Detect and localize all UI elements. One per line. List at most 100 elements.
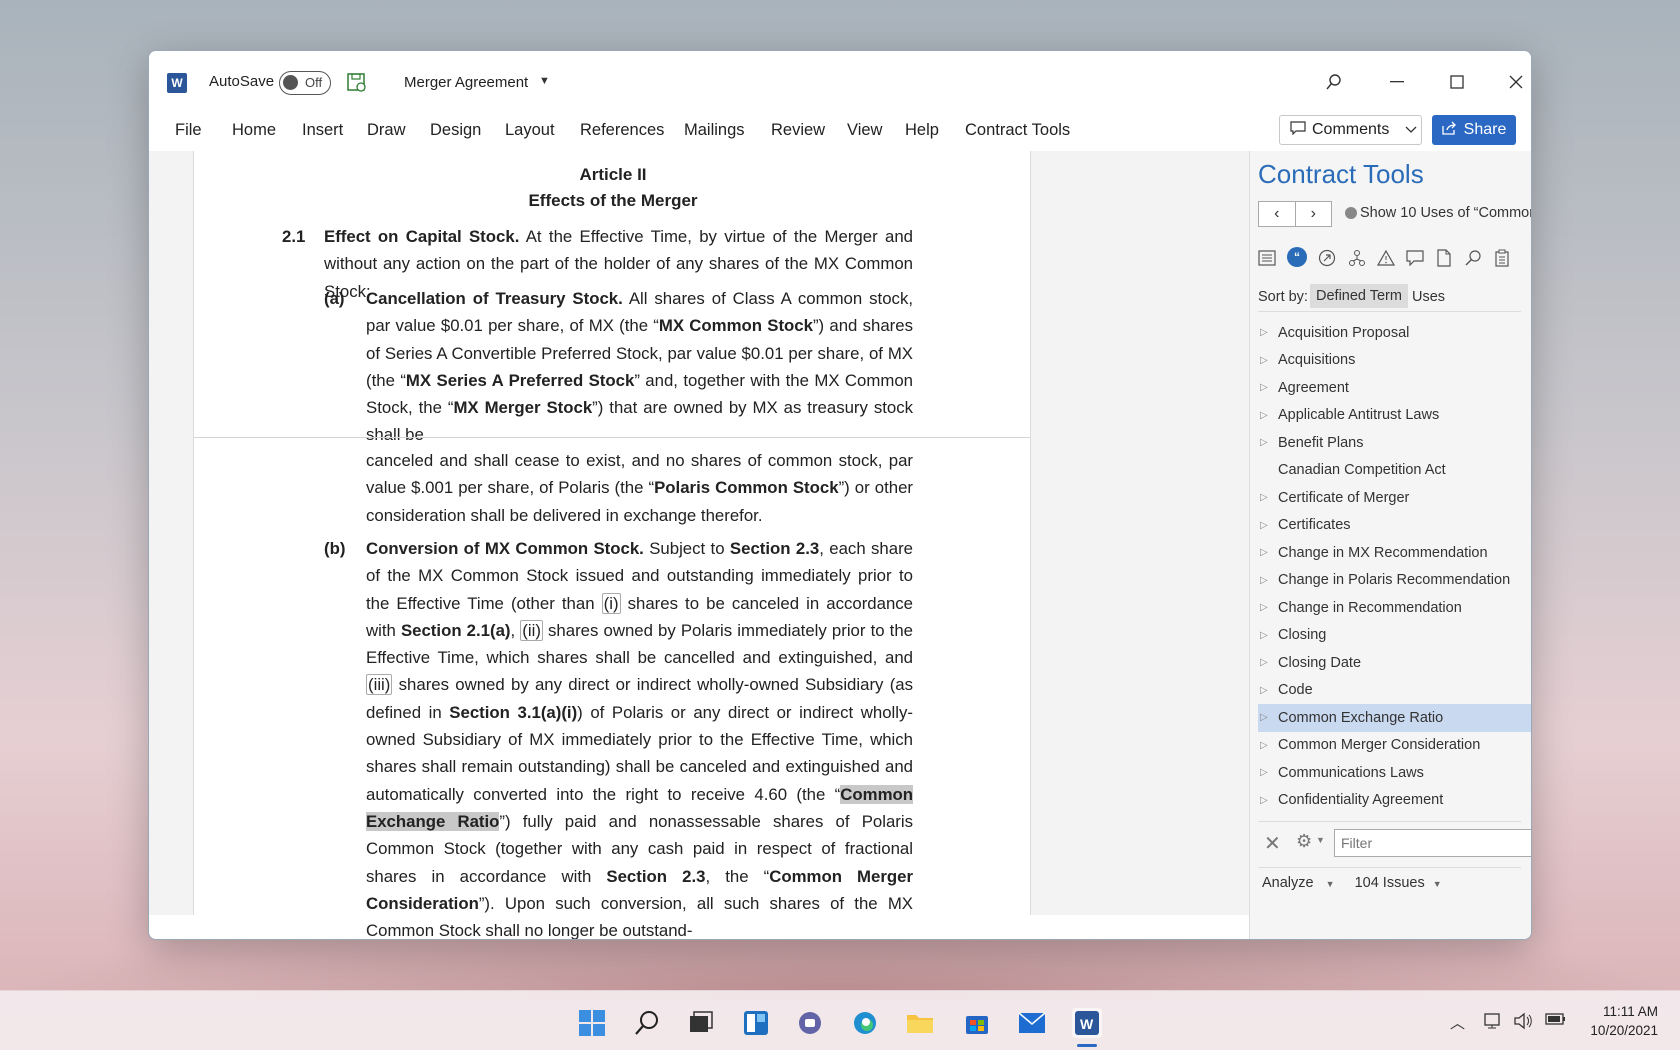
section-reference[interactable]: Section 2.3: [730, 539, 819, 558]
term-row[interactable]: ▷Change in Polaris Recommendation9: [1258, 567, 1531, 595]
expand-caret-icon[interactable]: ▷: [1260, 657, 1270, 668]
widgets-icon[interactable]: [741, 1008, 771, 1038]
comments-button[interactable]: Comments: [1279, 115, 1422, 145]
defined-term[interactable]: Polaris Common Stock: [654, 478, 838, 497]
clear-filter-icon[interactable]: ✕: [1264, 831, 1281, 856]
term-row[interactable]: ▷Closing8: [1258, 622, 1531, 650]
expand-caret-icon[interactable]: ▷: [1260, 547, 1270, 558]
chevron-down-icon[interactable]: ▼: [1433, 879, 1442, 889]
file-explorer-icon[interactable]: [905, 1008, 935, 1038]
term-row[interactable]: ▷Agreement226: [1258, 374, 1531, 402]
section-reference[interactable]: Section 3.1(a)(i): [449, 703, 577, 722]
document-title[interactable]: Merger Agreement: [404, 74, 528, 91]
clipboard-icon[interactable]: [1491, 247, 1513, 269]
expand-caret-icon[interactable]: ▷: [1260, 327, 1270, 338]
store-icon[interactable]: [962, 1008, 992, 1038]
term-row[interactable]: ▷Change in Recommendation4: [1258, 594, 1531, 622]
defined-term[interactable]: MX Series A Preferred Stock: [406, 371, 634, 390]
autosave-toggle[interactable]: Off: [279, 71, 331, 95]
save-icon[interactable]: [346, 72, 368, 94]
menu-layout[interactable]: Layout: [505, 121, 555, 140]
term-row[interactable]: ▷Acquisition Proposal37: [1258, 319, 1531, 347]
term-row[interactable]: ▷Code14: [1258, 677, 1531, 705]
expand-caret-icon[interactable]: ▷: [1260, 602, 1270, 613]
minimize-icon[interactable]: [1382, 67, 1412, 97]
expand-caret-icon[interactable]: ▷: [1260, 795, 1270, 806]
defined-term[interactable]: MX Common Stock: [659, 316, 813, 335]
forward-icon[interactable]: ›: [1294, 202, 1332, 226]
start-icon[interactable]: [577, 1008, 607, 1038]
term-row[interactable]: ▷Closing Date16: [1258, 649, 1531, 677]
expand-caret-icon[interactable]: ▷: [1260, 520, 1270, 531]
expand-caret-icon[interactable]: ▷: [1260, 685, 1270, 696]
back-icon[interactable]: ‹: [1259, 202, 1295, 226]
term-row[interactable]: ▷Change in MX Recommendation9: [1258, 539, 1531, 567]
chevron-down-icon[interactable]: ▼: [539, 75, 550, 87]
term-row[interactable]: ▷Confidentiality Agreement3: [1258, 787, 1531, 815]
term-row[interactable]: ▷Certificates37: [1258, 512, 1531, 540]
chevron-down-icon[interactable]: ▼: [1316, 835, 1325, 845]
term-row[interactable]: ▷Benefit Plans8: [1258, 429, 1531, 457]
expand-caret-icon[interactable]: ▷: [1260, 437, 1270, 448]
expand-caret-icon[interactable]: ▷: [1260, 712, 1270, 723]
term-row[interactable]: ▷Common Exchange Ratio10: [1258, 704, 1531, 732]
expand-caret-icon[interactable]: ▷: [1260, 355, 1270, 366]
battery-icon[interactable]: [1545, 1012, 1567, 1030]
menu-help[interactable]: Help: [905, 121, 939, 140]
menu-contract-tools[interactable]: Contract Tools: [965, 121, 1070, 140]
document-icon[interactable]: [1433, 247, 1455, 269]
term-row[interactable]: ▷Acquisitions5: [1258, 347, 1531, 375]
edge-icon[interactable]: [850, 1008, 880, 1038]
volume-icon[interactable]: [1513, 1012, 1533, 1034]
task-view-icon[interactable]: [686, 1008, 716, 1038]
expand-caret-icon[interactable]: ▷: [1260, 410, 1270, 421]
comment-icon[interactable]: [1404, 247, 1426, 269]
outline-icon[interactable]: [1256, 247, 1278, 269]
menu-references[interactable]: References: [580, 121, 664, 140]
term-row[interactable]: ▷Applicable Antitrust Laws7: [1258, 402, 1531, 430]
menu-mailings[interactable]: Mailings: [684, 121, 745, 140]
sort-defined-term[interactable]: Defined Term: [1310, 284, 1408, 308]
expand-caret-icon[interactable]: ▷: [1260, 740, 1270, 751]
term-row[interactable]: Canadian Competition Act0: [1258, 457, 1531, 485]
menu-file[interactable]: File: [175, 121, 202, 140]
references-icon[interactable]: [1316, 247, 1338, 269]
section-reference[interactable]: Section 2.1(a): [401, 621, 511, 640]
menu-insert[interactable]: Insert: [302, 121, 343, 140]
search-icon[interactable]: [632, 1008, 662, 1038]
filter-settings-icon[interactable]: ⚙: [1296, 831, 1312, 852]
menu-home[interactable]: Home: [232, 121, 276, 140]
maximize-icon[interactable]: [1442, 67, 1472, 97]
mail-icon[interactable]: [1017, 1008, 1047, 1038]
warning-icon[interactable]: [1375, 247, 1397, 269]
defined-terms-icon[interactable]: “: [1287, 247, 1307, 267]
expand-caret-icon[interactable]: ▷: [1260, 382, 1270, 393]
uses-label[interactable]: Show 10 Uses of “Common Exchan...: [1360, 205, 1531, 221]
section-reference[interactable]: Section 2.3: [606, 867, 705, 886]
search-icon[interactable]: [1319, 67, 1349, 97]
expand-caret-icon[interactable]: ▷: [1260, 630, 1270, 641]
parties-icon[interactable]: [1346, 247, 1368, 269]
term-row[interactable]: ▷Communications Laws4: [1258, 759, 1531, 787]
expand-caret-icon[interactable]: ▷: [1260, 575, 1270, 586]
expand-caret-icon[interactable]: ▷: [1260, 767, 1270, 778]
filter-input[interactable]: [1334, 829, 1531, 857]
chevron-down-icon[interactable]: ▼: [1326, 879, 1335, 889]
teams-chat-icon[interactable]: [795, 1008, 825, 1038]
menu-draw[interactable]: Draw: [367, 121, 406, 140]
term-row[interactable]: ▷Certificate of Merger4: [1258, 484, 1531, 512]
chevron-up-icon[interactable]: ︿: [1450, 1012, 1465, 1033]
analyze-button[interactable]: Analyze: [1262, 875, 1314, 891]
word-taskbar-icon[interactable]: W: [1072, 1008, 1102, 1038]
system-clock[interactable]: 11:11 AM 10/20/2021: [1590, 1002, 1658, 1040]
menu-view[interactable]: View: [847, 121, 882, 140]
term-row[interactable]: ▷Common Merger Consideration2: [1258, 732, 1531, 760]
expand-caret-icon[interactable]: ▷: [1260, 492, 1270, 503]
issues-button[interactable]: 104 Issues: [1355, 875, 1425, 891]
network-icon[interactable]: [1484, 1012, 1504, 1034]
document-page[interactable]: Article II Effects of the Merger 2.1 Eff…: [193, 151, 1031, 939]
close-icon[interactable]: [1501, 67, 1531, 97]
menu-review[interactable]: Review: [771, 121, 825, 140]
share-button[interactable]: Share: [1432, 115, 1516, 145]
defined-term[interactable]: MX Merger Stock: [453, 398, 592, 417]
